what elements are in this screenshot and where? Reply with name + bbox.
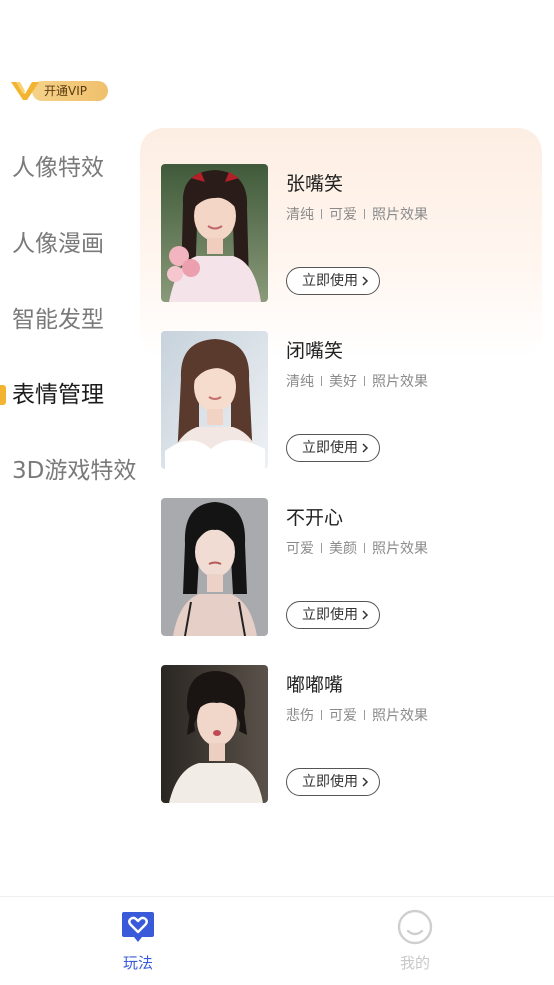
tag: 照片效果: [372, 207, 428, 223]
button-label: 立即使用: [302, 607, 358, 623]
effect-card[interactable]: 张嘴笑 清纯 可爱 照片效果 立即使用: [160, 164, 540, 304]
effect-thumbnail: [161, 164, 268, 302]
card-tags: 清纯 美好 照片效果: [286, 373, 428, 391]
effect-card[interactable]: 嘟嘟嘴 悲伤 可爱 照片效果 立即使用: [160, 665, 540, 805]
effect-thumbnail: [161, 331, 268, 469]
vip-badge[interactable]: 开通VIP: [10, 80, 108, 102]
effect-card[interactable]: 闭嘴笑 清纯 美好 照片效果 立即使用: [160, 331, 540, 471]
tab-play[interactable]: 玩法: [88, 897, 188, 985]
tag-divider: [321, 209, 322, 219]
chevron-right-icon: [362, 777, 369, 787]
button-label: 立即使用: [302, 774, 358, 790]
card-tags: 悲伤 可爱 照片效果: [286, 707, 428, 725]
card-tags: 清纯 可爱 照片效果: [286, 206, 428, 224]
card-title: 张嘴笑: [286, 173, 344, 195]
card-title: 闭嘴笑: [286, 340, 344, 362]
tag-divider: [364, 376, 365, 386]
card-title: 不开心: [286, 507, 344, 529]
use-now-button[interactable]: 立即使用: [286, 601, 380, 629]
effect-thumbnail: [161, 665, 268, 803]
tag-divider: [364, 209, 365, 219]
sidebar-item-label: 智能发型: [12, 307, 104, 333]
sidebar-item-expression-management[interactable]: 表情管理: [0, 375, 140, 415]
sidebar-item-3d-game-effects[interactable]: 3D游戏特效: [0, 451, 140, 491]
tag-divider: [321, 376, 322, 386]
card-title: 嘟嘟嘴: [286, 674, 344, 696]
sidebar-item-label: 人像漫画: [12, 231, 104, 257]
tag: 可爱: [329, 207, 357, 223]
tag: 美颜: [329, 541, 357, 557]
tag: 照片效果: [372, 374, 428, 390]
card-tags: 可爱 美颜 照片效果: [286, 540, 428, 558]
sidebar-item-portrait-effects[interactable]: 人像特效: [0, 148, 140, 188]
tab-mine[interactable]: 我的: [365, 897, 465, 985]
chevron-right-icon: [362, 610, 369, 620]
button-label: 立即使用: [302, 273, 358, 289]
sidebar-item-label: 表情管理: [12, 382, 104, 408]
heart-chat-icon: [122, 912, 154, 942]
tag-divider: [321, 543, 322, 553]
tag-divider: [364, 710, 365, 720]
chevron-right-icon: [362, 276, 369, 286]
tab-label: 我的: [399, 954, 430, 972]
tag: 美好: [329, 374, 357, 390]
tag: 可爱: [329, 708, 357, 724]
sidebar-item-label: 人像特效: [12, 155, 104, 181]
bottom-tab-bar: 玩法 我的: [0, 896, 554, 985]
use-now-button[interactable]: 立即使用: [286, 768, 380, 796]
vip-v-icon: [11, 82, 39, 100]
tag-divider: [364, 543, 365, 553]
sidebar-item-label: 3D游戏特效: [12, 458, 137, 484]
tab-label: 玩法: [122, 954, 153, 972]
tag-divider: [321, 710, 322, 720]
tag: 照片效果: [372, 541, 428, 557]
tag: 照片效果: [372, 708, 428, 724]
tag: 清纯: [286, 207, 314, 223]
sidebar-item-smart-hairstyle[interactable]: 智能发型: [0, 300, 140, 340]
sidebar-item-portrait-comic[interactable]: 人像漫画: [0, 224, 140, 264]
button-label: 立即使用: [302, 440, 358, 456]
use-now-button[interactable]: 立即使用: [286, 267, 380, 295]
tag: 悲伤: [286, 708, 314, 724]
effect-thumbnail: [161, 498, 268, 636]
chevron-right-icon: [362, 443, 369, 453]
use-now-button[interactable]: 立即使用: [286, 434, 380, 462]
effect-card[interactable]: 不开心 可爱 美颜 照片效果 立即使用: [160, 498, 540, 638]
vip-label: 开通VIP: [44, 84, 87, 98]
tag: 清纯: [286, 374, 314, 390]
active-indicator: [0, 385, 6, 405]
tag: 可爱: [286, 541, 314, 557]
smile-face-icon: [397, 909, 433, 945]
